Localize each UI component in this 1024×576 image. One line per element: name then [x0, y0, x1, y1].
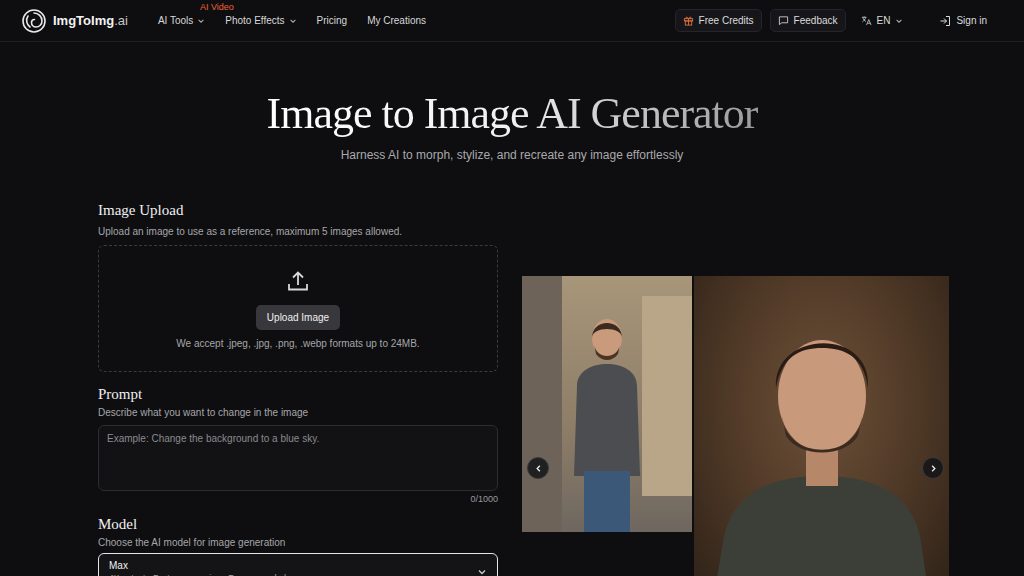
generator-form: Image Upload Upload an image to use as a …: [98, 200, 498, 576]
login-icon: [939, 15, 951, 27]
chevron-down-icon: [477, 567, 487, 576]
upload-title: Image Upload: [98, 200, 498, 220]
after-photo: [694, 276, 949, 576]
prompt-title: Prompt: [98, 384, 498, 404]
feedback-label: Feedback: [794, 15, 838, 26]
model-details: 4K output • Faster processing • Recommen…: [109, 572, 477, 576]
nav-label: AI Tools: [158, 15, 193, 26]
upload-icon: [286, 269, 310, 293]
nav-item[interactable]: AI VideoAI Tools: [158, 15, 205, 26]
chevron-left-icon: [534, 464, 543, 473]
header-actions: Free Credits Feedback EN Sign in: [675, 9, 994, 32]
hero: Image to Image AI Generator Harness AI to…: [0, 42, 1024, 162]
sign-in-label: Sign in: [956, 15, 987, 26]
upload-button[interactable]: Upload Image: [256, 305, 340, 330]
chevron-down-icon: [289, 17, 297, 25]
language-selector[interactable]: EN: [854, 10, 911, 31]
logo[interactable]: ImgToImg.ai: [22, 9, 128, 33]
upload-description: Upload an image to use as a reference, m…: [98, 226, 498, 238]
prompt-description: Describe what you want to change in the …: [98, 407, 498, 419]
nav-badge: AI Video: [200, 2, 234, 12]
nav-item[interactable]: My Creations: [367, 15, 426, 26]
free-credits-label: Free Credits: [699, 15, 754, 26]
header: ImgToImg.aiAI VideoAI ToolsPhoto Effects…: [0, 0, 1024, 42]
model-title: Model: [98, 514, 498, 534]
spiral-logo-icon: [22, 9, 46, 33]
model-option: Max4K output • Faster processing • Recom…: [109, 559, 477, 576]
logo-text: ImgToImg.ai: [53, 13, 128, 28]
hero-subtitle: Harness AI to morph, stylize, and recrea…: [0, 148, 1024, 162]
nav-item[interactable]: Pricing: [317, 15, 348, 26]
model-name: Max: [109, 559, 477, 572]
feedback-button[interactable]: Feedback: [770, 9, 846, 32]
page: ImgToImg.aiAI VideoAI ToolsPhoto Effects…: [0, 0, 1024, 576]
message-icon: [778, 15, 789, 26]
model-description: Choose the AI model for image generation: [98, 537, 498, 549]
chevron-down-icon: [197, 17, 205, 25]
nav-label: Photo Effects: [225, 15, 284, 26]
carousel: [522, 276, 949, 576]
upload-dropzone[interactable]: Upload Image We accept .jpeg, .jpg, .png,…: [98, 245, 498, 372]
logo-suffix: .ai: [114, 13, 128, 28]
before-photo: [522, 276, 692, 532]
language-label: EN: [877, 15, 891, 26]
person-figure: [522, 276, 692, 532]
example-gallery: [522, 200, 949, 576]
main-nav: AI VideoAI Tools Photo Effects Pricing My C…: [158, 15, 426, 26]
hero-title: Image to Image AI Generator: [267, 90, 758, 138]
nav-item[interactable]: Photo Effects: [225, 15, 296, 26]
gift-icon: [683, 15, 694, 26]
prompt-counter: 0/1000: [98, 494, 498, 504]
generator: Image Upload Upload an image to use as a …: [0, 162, 1024, 576]
chevron-down-icon: [895, 17, 903, 25]
nav-label: My Creations: [367, 15, 426, 26]
person-figure: [694, 276, 949, 576]
translate-icon: [861, 15, 872, 26]
chevron-right-icon: [929, 464, 938, 473]
prompt-input[interactable]: [98, 425, 498, 491]
upload-formats: We accept .jpeg, .jpg, .png, .webp forma…: [176, 338, 419, 349]
free-credits-button[interactable]: Free Credits: [675, 9, 762, 32]
nav-label: Pricing: [317, 15, 348, 26]
model-select[interactable]: Max4K output • Faster processing • Recom…: [98, 553, 498, 576]
sign-in-button[interactable]: Sign in: [932, 10, 994, 32]
